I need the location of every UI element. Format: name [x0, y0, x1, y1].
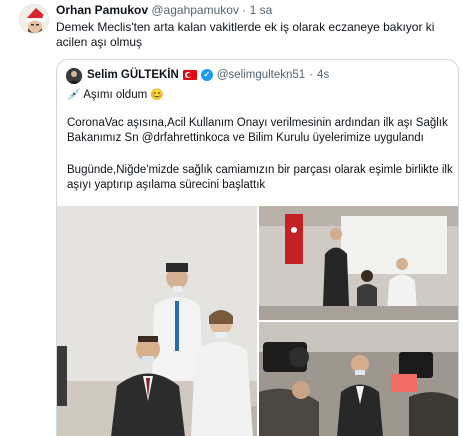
quoted-line-3: Bugünde,Niğde'mizde sağlık camiamızın bi…	[67, 164, 453, 191]
header-separator: ·	[242, 3, 247, 17]
quoted-line-1: 💉 Aşımı oldum 😊	[67, 88, 457, 103]
tweet-timestamp[interactable]: 1 sa	[250, 3, 273, 17]
quoted-author-handle[interactable]: @selimgultekn51	[217, 68, 305, 82]
quoted-header-separator: ·	[309, 69, 314, 81]
author-name[interactable]: Orhan Pamukov	[56, 3, 148, 17]
profile-photo-icon	[66, 68, 82, 84]
turkey-flag-icon	[182, 70, 197, 80]
syringe-icon: 💉	[67, 89, 81, 101]
quoted-tweet[interactable]: Selim GÜLTEKİN ✓ @selimgultekn51 · 4s 💉 …	[56, 59, 459, 436]
photo-room-wide-image	[259, 206, 458, 320]
photo-room-wide[interactable]	[259, 206, 458, 320]
photo-press-cameras-image	[259, 322, 458, 436]
author-avatar[interactable]	[19, 4, 49, 34]
photo-vaccination-seated-image	[57, 206, 257, 436]
photo-press-cameras[interactable]	[259, 322, 458, 436]
tweet-text: Demek Meclis'ten arta kalan vakitlerde e…	[56, 20, 435, 49]
quoted-tweet-timestamp[interactable]: 4s	[317, 68, 329, 82]
quoted-author-name[interactable]: Selim GÜLTEKİN	[87, 68, 179, 82]
quoted-line-1-text: Aşımı oldum	[83, 89, 148, 101]
quoted-tweet-header: Selim GÜLTEKİN ✓ @selimgultekn51 · 4s	[87, 68, 329, 82]
author-handle[interactable]: @agahpamukov	[151, 3, 239, 17]
tweet-header: Orhan Pamukov @agahpamukov · 1 sa	[56, 3, 272, 18]
smile-icon: 😊	[150, 89, 165, 101]
verified-badge-icon: ✓	[200, 69, 213, 81]
santa-hat-avatar-icon	[20, 5, 48, 33]
media-grid	[57, 206, 458, 436]
tweet-card[interactable]: Orhan Pamukov @agahpamukov · 1 sa Demek …	[0, 0, 463, 436]
quoted-author-avatar[interactable]	[66, 68, 82, 84]
quoted-line-2: CoronaVac aşısına,Acil Kullanım Onayı ve…	[67, 117, 448, 144]
photo-vaccination-seated[interactable]	[57, 206, 257, 436]
